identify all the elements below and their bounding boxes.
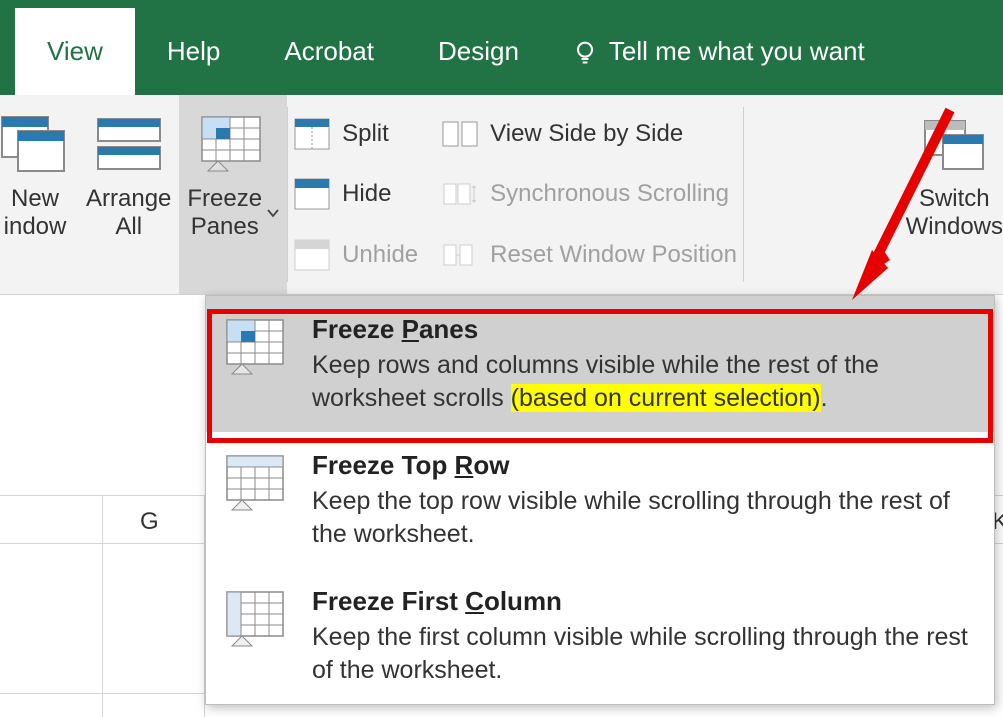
- tell-me-label: Tell me what you want: [609, 36, 865, 67]
- new-window-icon: [0, 115, 70, 173]
- arrange-all-button[interactable]: ArrangeAll: [78, 95, 179, 294]
- window-options-group-1: Split Hide Unhide: [288, 95, 424, 294]
- menu-item-title: Freeze Panes: [312, 314, 974, 345]
- synchronous-scrolling-button: Synchronous Scrolling: [442, 178, 737, 210]
- tell-me-search[interactable]: Tell me what you want: [551, 36, 875, 95]
- menu-item-freeze-first-column[interactable]: Freeze First Column Keep the first colum…: [206, 568, 994, 704]
- menu-item-title: Freeze First Column: [312, 586, 974, 617]
- sync-scroll-icon: [442, 178, 478, 210]
- menu-item-freeze-top-row[interactable]: Freeze Top Row Keep the top row visible …: [206, 432, 994, 568]
- hide-button[interactable]: Hide: [294, 178, 418, 210]
- chevron-down-icon: [267, 208, 279, 218]
- unhide-icon: [294, 239, 330, 271]
- tab-help[interactable]: Help: [135, 8, 252, 95]
- reset-position-icon: [442, 239, 478, 271]
- split-button[interactable]: Split: [294, 118, 418, 150]
- freeze-panes-menu-icon: [224, 318, 290, 378]
- split-icon: [294, 118, 330, 150]
- menu-item-description: Keep the first column visible while scro…: [312, 621, 974, 686]
- column-header-g[interactable]: G: [140, 508, 159, 536]
- freeze-panes-button[interactable]: FreezePanes: [179, 95, 287, 294]
- tab-acrobat[interactable]: Acrobat: [252, 8, 406, 95]
- switch-windows-icon: [919, 115, 989, 173]
- freeze-panes-icon: [198, 115, 268, 173]
- freeze-top-row-icon: [224, 454, 290, 514]
- freeze-first-column-icon: [224, 590, 290, 650]
- menu-item-freeze-panes[interactable]: Freeze Panes Keep rows and columns visib…: [206, 296, 994, 432]
- menu-item-title: Freeze Top Row: [312, 450, 974, 481]
- freeze-panes-dropdown: Freeze Panes Keep rows and columns visib…: [205, 295, 995, 705]
- new-window-button[interactable]: Newindow: [0, 95, 78, 294]
- side-by-side-icon: [442, 118, 478, 150]
- switch-windows-button[interactable]: SwitchWindows: [898, 95, 1003, 294]
- unhide-button: Unhide: [294, 239, 418, 271]
- arrange-all-icon: [94, 115, 164, 173]
- view-side-by-side-button[interactable]: View Side by Side: [442, 118, 737, 150]
- tab-view[interactable]: View: [15, 8, 135, 95]
- tab-design[interactable]: Design: [406, 8, 551, 95]
- reset-window-position-button: Reset Window Position: [442, 239, 737, 271]
- window-options-group-2: View Side by Side Synchronous Scrolling …: [424, 95, 743, 294]
- menu-item-description: Keep the top row visible while scrolling…: [312, 485, 974, 550]
- ribbon-tabbar: View Help Acrobat Design Tell me what yo…: [0, 0, 1003, 95]
- lightbulb-icon: [571, 38, 599, 66]
- ribbon: Newindow ArrangeAll FreezePanes Split: [0, 95, 1003, 295]
- menu-item-description: Keep rows and columns visible while the …: [312, 349, 974, 414]
- hide-icon: [294, 178, 330, 210]
